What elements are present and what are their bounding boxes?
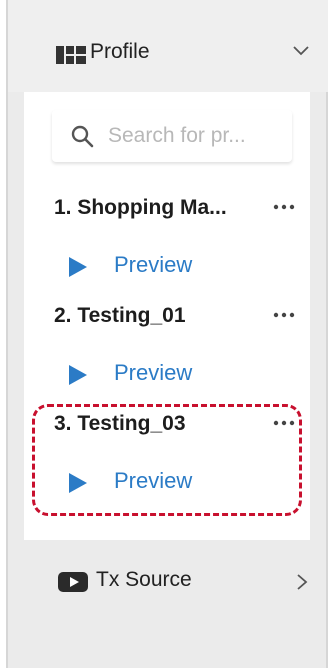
profile-item-title[interactable]: 1. Shopping Ma...	[54, 196, 227, 220]
search-box[interactable]	[52, 110, 292, 162]
chevron-down-icon[interactable]	[291, 40, 311, 60]
more-options-icon[interactable]	[270, 202, 298, 212]
tx-source-title: Tx Source	[96, 568, 192, 591]
search-icon	[71, 125, 94, 148]
video-icon	[58, 572, 88, 592]
more-options-icon[interactable]	[270, 310, 298, 320]
profile-item-title[interactable]: 2. Testing_01	[54, 304, 186, 328]
more-options-icon[interactable]	[270, 418, 298, 428]
search-input[interactable]	[108, 122, 286, 150]
layout-icon	[56, 46, 86, 64]
tx-source-section-header[interactable]: Tx Source	[8, 560, 328, 604]
preview-button[interactable]: Preview	[68, 468, 268, 496]
profile-list: 1. Shopping Ma... Preview 2. Testing_01 …	[24, 92, 310, 540]
preview-button[interactable]: Preview	[68, 360, 268, 388]
preview-label: Preview	[114, 252, 193, 277]
side-panel: Profile 1. Shopping Ma... Preview 2. Tes…	[6, 0, 328, 668]
play-icon	[69, 365, 87, 385]
play-icon	[69, 257, 87, 277]
play-icon	[69, 473, 87, 493]
chevron-right-icon[interactable]	[294, 572, 310, 592]
profile-section-header[interactable]: Profile	[8, 0, 328, 92]
preview-label: Preview	[114, 360, 193, 385]
preview-button[interactable]: Preview	[68, 252, 268, 280]
profile-item-title[interactable]: 3. Testing_03	[54, 412, 186, 436]
preview-label: Preview	[114, 468, 193, 493]
profile-title: Profile	[90, 40, 150, 63]
